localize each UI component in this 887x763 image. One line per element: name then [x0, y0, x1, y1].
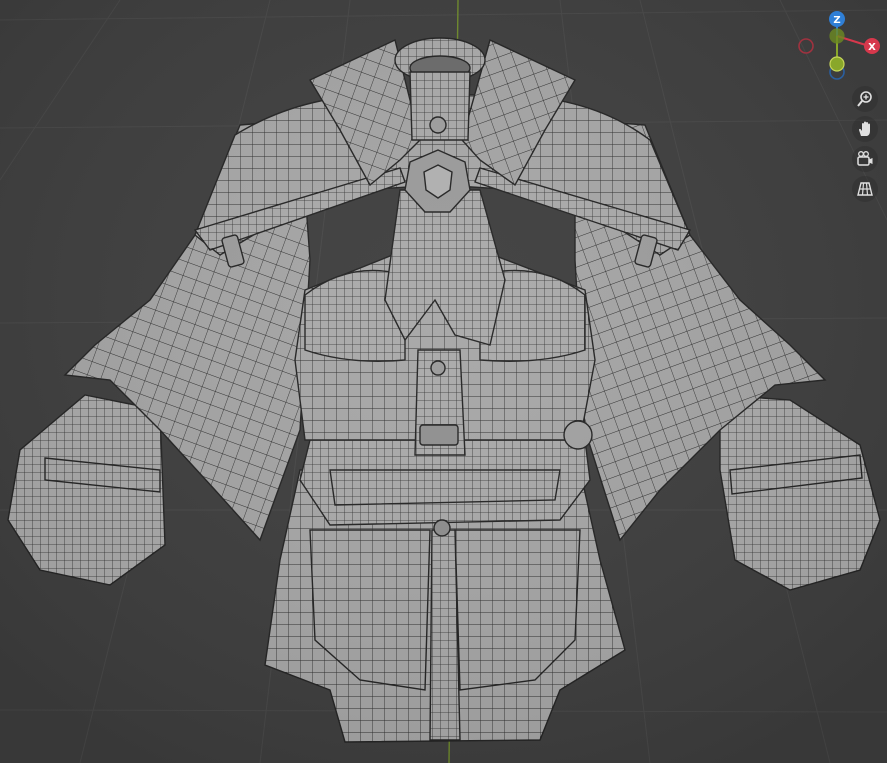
perspective-toggle-button[interactable] [852, 176, 878, 202]
navigation-tools [852, 86, 880, 206]
gizmo-neg-y[interactable] [829, 28, 845, 44]
scene-canvas[interactable] [0, 0, 887, 763]
zoom-button[interactable] [852, 86, 878, 112]
hand-icon [859, 121, 870, 136]
closure-clasp[interactable] [419, 424, 459, 446]
camera-icon [857, 151, 873, 166]
belt-buckle[interactable] [433, 519, 451, 537]
grid-perspective-icon [857, 182, 873, 196]
skirt-center[interactable] [429, 529, 461, 741]
closure-button[interactable] [430, 360, 446, 376]
neck-ornament[interactable] [429, 116, 447, 134]
gizmo-z-label: Z [833, 15, 840, 26]
gizmo-neg-x[interactable] [798, 38, 814, 54]
3d-viewport[interactable]: Z X [0, 0, 887, 763]
navigation-gizmo[interactable]: Z X [795, 8, 885, 83]
gizmo-y[interactable] [829, 56, 845, 72]
zoom-icon [857, 91, 872, 107]
jacket-mesh[interactable] [7, 37, 881, 743]
side-ornament[interactable] [563, 420, 593, 450]
belt-strap[interactable] [329, 469, 561, 506]
camera-view-button[interactable] [852, 146, 878, 172]
gizmo-x-label: X [868, 42, 876, 53]
pan-button[interactable] [852, 116, 878, 142]
